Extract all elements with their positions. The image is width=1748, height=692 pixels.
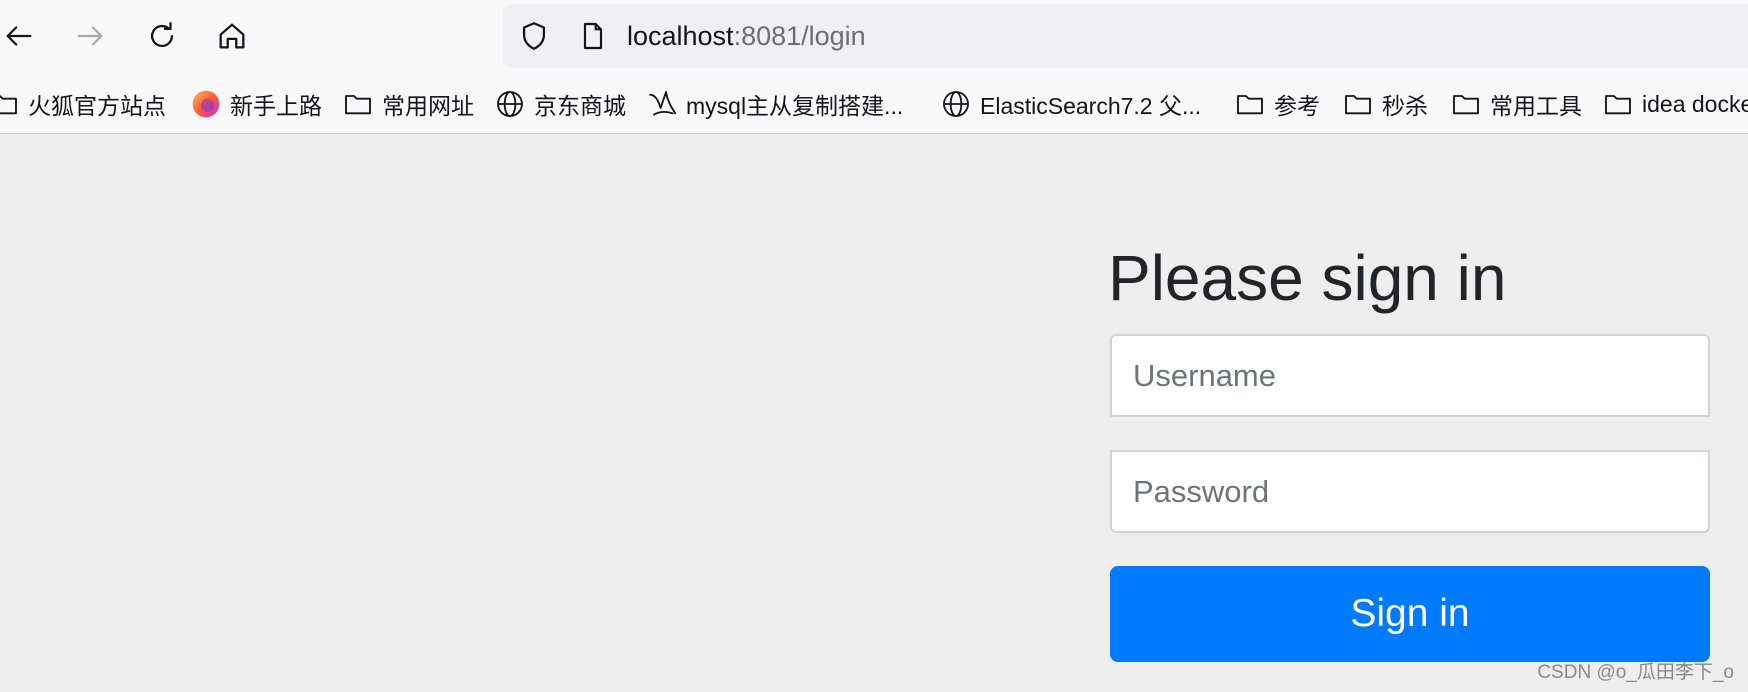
page-icon [583,22,603,50]
bookmark-item[interactable]: 参考 [1234,86,1320,122]
bookmark-label: 秒杀 [1382,93,1428,119]
url-text[interactable]: localhost:8081/login [627,19,866,53]
back-button[interactable] [0,14,41,58]
sign-in-button[interactable]: Sign in [1110,566,1710,662]
bookmark-label: 火狐官方站点 [28,93,166,119]
watermark: CSDN @o_瓜田李下_o [1537,662,1734,683]
folder-icon [1605,95,1631,115]
bookmark-item[interactable]: idea docke [1602,86,1748,122]
folder-icon [1237,95,1263,115]
site-icon [649,91,677,116]
globe-icon [497,91,523,117]
globe-icon [943,91,969,117]
arrow-right-icon [77,26,103,46]
bookmark-label: idea docke [1642,90,1748,117]
bookmark-label: 参考 [1274,93,1320,119]
bookmark-item[interactable]: 京东商城 [494,86,626,122]
reload-button[interactable] [140,14,184,58]
url-host: localhost [627,21,734,51]
bookmark-item[interactable]: mysql主从复制搭建... [646,86,903,122]
bookmarks-bar: 火狐官方站点 新手上路 常用网址 京东商城 mysql主从复制搭建... Ela… [0,80,1748,130]
arrow-left-icon [6,26,32,46]
bookmark-label: 常用工具 [1490,93,1582,119]
page-title: Please sign in [1108,242,1507,314]
bookmark-label: mysql主从复制搭建... [686,93,904,119]
bookmark-item[interactable]: 新手上路 [190,86,322,122]
bookmark-label: 常用网址 [382,93,474,119]
bookmark-item[interactable]: 火狐官方站点 [0,86,166,122]
shield-icon[interactable] [517,19,551,53]
bookmark-label: 新手上路 [230,93,322,119]
folder-icon [1345,95,1371,115]
browser-toolbar: localhost:8081/login [0,0,1748,74]
firefox-icon [192,90,220,118]
bookmark-label: 京东商城 [534,93,626,119]
url-bar[interactable]: localhost:8081/login [503,4,1748,68]
reload-icon [150,22,174,48]
password-input[interactable] [1110,450,1710,533]
bookmark-item[interactable]: 常用网址 [342,86,474,122]
folder-icon [1453,95,1479,115]
home-button[interactable] [210,14,254,58]
bookmark-label: ElasticSearch7.2 父... [980,93,1202,119]
page-content: Please sign in Sign in CSDN @o_瓜田李下_o [0,134,1748,692]
forward-button[interactable] [68,14,112,58]
folder-icon [345,95,371,115]
folder-icon [0,95,17,115]
username-input[interactable] [1110,334,1710,417]
bookmark-item[interactable]: ElasticSearch7.2 父... [940,86,1201,122]
home-icon [219,23,245,49]
browser-chrome: localhost:8081/login 火狐官方站点 新手上路 常用网址 京东… [0,0,1748,134]
url-path: :8081/login [733,21,866,51]
bookmark-item[interactable]: 常用工具 [1450,86,1582,122]
bookmark-item[interactable]: 秒杀 [1342,86,1428,122]
